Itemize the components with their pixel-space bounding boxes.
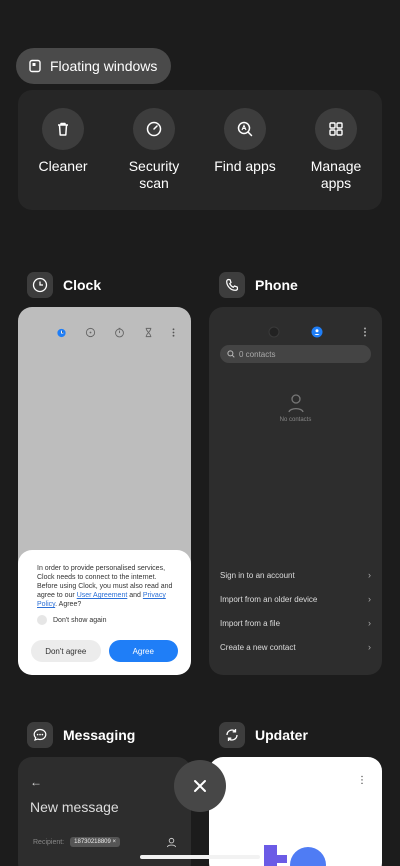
recents-screen: Floating windows Cleaner Security scan F… [0, 0, 400, 866]
add-contact-icon[interactable] [166, 837, 177, 848]
checkbox-icon [37, 615, 47, 625]
trash-icon [42, 108, 84, 150]
clock-app-name: Clock [63, 277, 102, 293]
quick-tools-panel: Cleaner Security scan Find apps Manage a… [18, 90, 382, 210]
phone-app-name: Phone [255, 277, 298, 293]
security-scan-label: Security scan [128, 158, 180, 191]
agree-button[interactable]: Agree [108, 640, 178, 662]
grid-icon [315, 108, 357, 150]
cleaner-label: Cleaner [38, 158, 88, 174]
cleaner-button[interactable]: Cleaner [18, 108, 108, 175]
hyperos-logo-icon [264, 845, 326, 866]
clock-tab-bar [18, 323, 191, 343]
empty-contacts-state: No contacts [209, 393, 382, 423]
chevron-right-icon: › [368, 594, 371, 604]
stopwatch-tab-icon[interactable] [114, 327, 125, 338]
dont-show-again-checkbox[interactable]: Don't show again [37, 615, 179, 625]
import-older-device-item[interactable]: Import from an older device › [220, 587, 371, 611]
chevron-right-icon: › [368, 570, 371, 580]
recipient-label: Recipient: [33, 838, 65, 846]
home-indicator[interactable] [140, 855, 260, 859]
dont-agree-button[interactable]: Don't agree [31, 640, 101, 662]
no-contacts-text: No contacts [279, 417, 312, 423]
clock-icon [27, 272, 53, 298]
more-icon[interactable]: ⋮ [357, 775, 367, 786]
clock-app-header[interactable]: Clock [27, 272, 101, 298]
phone-actions-menu: Sign in to an account › Import from an ol… [220, 563, 371, 659]
recipient-chip[interactable]: 18730218809 × [70, 837, 121, 847]
updater-app-header[interactable]: Updater [219, 722, 308, 748]
search-placeholder: 0 contacts [239, 349, 276, 359]
world-clock-tab-icon[interactable] [85, 327, 96, 338]
contacts-search-input[interactable]: 0 contacts [220, 345, 371, 363]
find-apps-button[interactable]: Find apps [200, 108, 290, 175]
alarm-tab-icon[interactable] [56, 327, 67, 338]
dont-show-again-label: Don't show again [53, 616, 107, 624]
updater-icon [219, 722, 245, 748]
messaging-icon [27, 722, 53, 748]
clock-app-card[interactable]: In order to provide personalised service… [18, 307, 191, 675]
more-icon[interactable] [359, 326, 371, 338]
phone-tab-bar [209, 325, 382, 339]
timer-tab-icon[interactable] [143, 327, 154, 338]
new-message-title: New message [30, 799, 119, 815]
phone-app-header[interactable]: Phone [219, 272, 298, 298]
more-icon[interactable] [168, 327, 179, 338]
clock-consent-dialog: In order to provide personalised service… [18, 550, 191, 675]
search-icon [227, 350, 235, 358]
floating-windows-label: Floating windows [50, 58, 158, 74]
chevron-right-icon: › [368, 642, 371, 652]
chevron-right-icon: › [368, 618, 371, 628]
messaging-app-card[interactable]: ← New message Recipient: 18730218809 × [18, 757, 191, 866]
clear-all-button[interactable] [174, 760, 226, 812]
manage-apps-label: Manage apps [310, 158, 362, 191]
security-scan-icon [133, 108, 175, 150]
floating-window-icon [28, 59, 42, 73]
consent-message: In order to provide personalised service… [37, 565, 173, 608]
messaging-app-header[interactable]: Messaging [27, 722, 135, 748]
security-scan-button[interactable]: Security scan [109, 108, 199, 192]
contacts-tab-icon[interactable] [311, 326, 323, 338]
person-icon [287, 394, 304, 413]
updater-app-name: Updater [255, 727, 308, 743]
messaging-app-name: Messaging [63, 727, 136, 743]
recents-tab-icon[interactable] [268, 326, 280, 338]
phone-app-card[interactable]: 0 contacts No contacts Sign in to an acc… [209, 307, 382, 675]
close-icon [194, 780, 206, 792]
phone-icon [219, 272, 245, 298]
recipient-row[interactable]: Recipient: 18730218809 × [33, 837, 121, 847]
back-arrow-icon[interactable]: ← [30, 775, 42, 789]
find-apps-label: Find apps [214, 158, 276, 174]
user-agreement-link[interactable]: User Agreement [77, 592, 128, 599]
floating-windows-button[interactable]: Floating windows [16, 48, 172, 84]
updater-app-card[interactable]: ⋮ [209, 757, 382, 866]
import-file-item[interactable]: Import from a file › [220, 611, 371, 635]
create-contact-item[interactable]: Create a new contact › [220, 635, 371, 659]
sign-in-account-item[interactable]: Sign in to an account › [220, 563, 371, 587]
manage-apps-button[interactable]: Manage apps [291, 108, 381, 192]
find-apps-icon [224, 108, 266, 150]
